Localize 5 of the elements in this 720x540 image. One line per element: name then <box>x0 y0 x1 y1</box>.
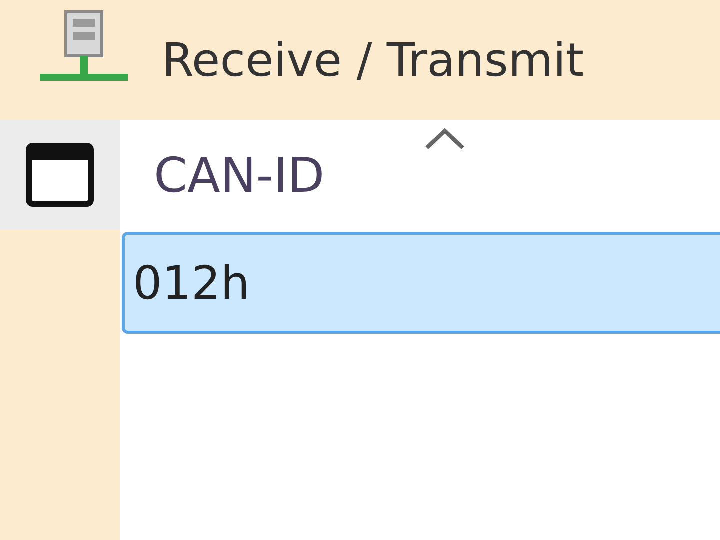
window-icon <box>26 143 94 207</box>
panel-title: Receive / Transmit <box>162 33 584 87</box>
column-header[interactable]: CAN-ID <box>120 120 674 232</box>
column-chooser-button[interactable] <box>0 120 120 230</box>
table-row[interactable]: 012h <box>122 232 720 334</box>
